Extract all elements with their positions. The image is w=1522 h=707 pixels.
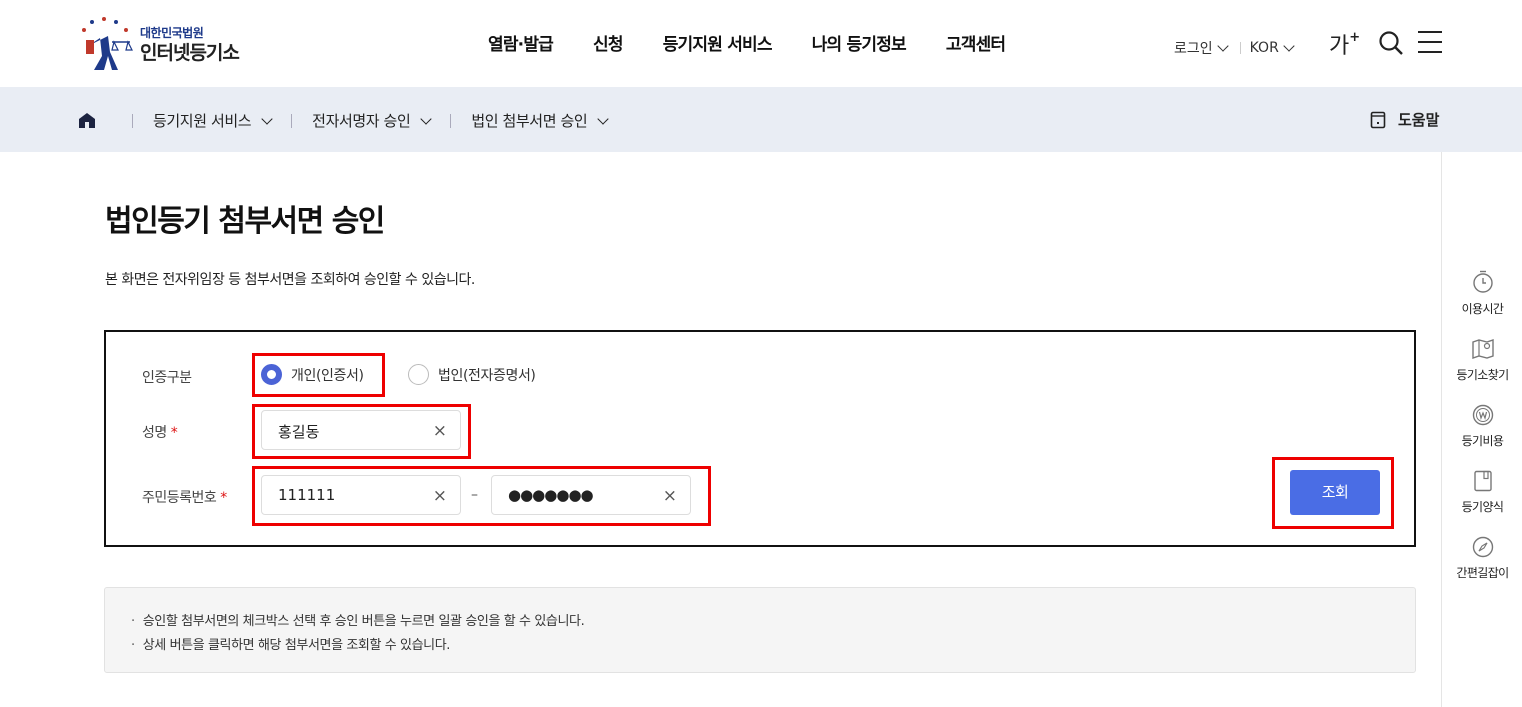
site-logo[interactable]: 대한민국법원 인터넷등기소: [78, 14, 268, 74]
map-icon: [1471, 339, 1494, 359]
help-button[interactable]: 도움말: [1370, 109, 1439, 130]
search-icon[interactable]: [1378, 30, 1404, 56]
required-mark: *: [220, 490, 227, 506]
clear-icon[interactable]: ×: [433, 486, 447, 506]
search-button[interactable]: 조회: [1290, 470, 1380, 515]
chevron-down-icon[interactable]: [597, 112, 609, 125]
home-icon[interactable]: [78, 112, 96, 129]
font-size-button[interactable]: 가+: [1329, 28, 1360, 60]
quick-label: 간편길잡이: [1456, 566, 1509, 580]
nav-my-info[interactable]: 나의 등기정보: [812, 30, 907, 55]
name-input-value: 홍길동: [278, 423, 320, 441]
name-label-text: 성명: [142, 425, 167, 441]
breadcrumb-bar: 등기지원 서비스 전자서명자 승인 법인 첨부서면 승인 도움말: [0, 87, 1522, 152]
radio-unselected-icon[interactable]: [408, 364, 429, 385]
quick-item-guide[interactable]: 간편길잡이: [1442, 536, 1522, 581]
clear-icon[interactable]: ×: [663, 486, 677, 506]
page-title: 법인등기 첨부서면 승인: [105, 204, 385, 239]
hamburger-menu-icon[interactable]: [1418, 31, 1442, 53]
help-icon: [1370, 111, 1386, 128]
radio-selected-icon[interactable]: [261, 364, 282, 385]
breadcrumb-item-signer-approval[interactable]: 전자서명자 승인: [312, 110, 411, 131]
search-form: 인증구분 개인(인증서) 법인(전자증명서) 성명 * 홍길동 × 주민등록번호 *…: [104, 330, 1416, 547]
divider: [132, 113, 133, 128]
resident-front-value: 111111: [278, 486, 336, 504]
radio-corporate-cert[interactable]: 법인(전자증명서): [408, 364, 536, 385]
nav-apply[interactable]: 신청: [593, 30, 623, 55]
divider: [291, 113, 293, 128]
notice-item: 상세 버튼을 클릭하면 해당 첨부서면을 조회할 수 있습니다.: [131, 634, 451, 653]
logo-title: 인터넷등기소: [140, 42, 240, 64]
radio-personal-cert[interactable]: 개인(인증서): [261, 364, 364, 385]
court-emblem-icon: [82, 17, 133, 70]
help-label: 도움말: [1398, 111, 1440, 129]
notice-box: 승인할 첨부서면의 체크박스 선택 후 승인 버튼을 누르면 일괄 승인을 할 …: [104, 587, 1416, 673]
page-description: 본 화면은 전자위임장 등 첨부서면을 조회하여 승인할 수 있습니다.: [105, 272, 475, 288]
radio-label: 법인(전자증명서): [438, 367, 536, 384]
quick-item-find-office[interactable]: 등기소찾기: [1442, 338, 1522, 383]
login-link[interactable]: 로그인: [1174, 38, 1213, 58]
radio-label: 개인(인증서): [291, 367, 364, 384]
resident-number-label-text: 주민등록번호: [142, 490, 217, 506]
nav-customer-center[interactable]: 고객센터: [946, 30, 1006, 55]
won-coin-icon: [1472, 404, 1493, 426]
site-header: 대한민국법원 인터넷등기소 열람·발급 신청 등기지원 서비스 나의 등기정보 …: [0, 0, 1522, 87]
resident-back-value: ●●●●●●●: [508, 486, 594, 504]
required-mark: *: [170, 425, 178, 441]
dash-separator: –: [471, 487, 478, 503]
quick-label: 등기소찾기: [1456, 368, 1509, 382]
resident-number-front-input[interactable]: 111111 ×: [261, 475, 461, 515]
quick-label: 등기비용: [1461, 434, 1504, 448]
quick-menu: 이용시간 등기소찾기 등기비용 등기양식 간편길잡이: [1441, 152, 1522, 707]
nav-support-service[interactable]: 등기지원 서비스: [663, 30, 773, 55]
quick-item-forms[interactable]: 등기양식: [1442, 470, 1522, 515]
resident-number-back-input[interactable]: ●●●●●●● ×: [491, 475, 691, 515]
chevron-down-icon: [1216, 40, 1229, 52]
document-icon: [1473, 470, 1492, 492]
quick-item-hours[interactable]: 이용시간: [1442, 270, 1522, 317]
quick-label: 이용시간: [1461, 302, 1504, 316]
chevron-down-icon[interactable]: [261, 112, 273, 125]
chevron-down-icon: [1283, 40, 1295, 52]
breadcrumb-item-support[interactable]: 등기지원 서비스: [153, 110, 252, 131]
auth-type-label: 인증구분: [142, 370, 192, 386]
divider: [450, 113, 452, 128]
language-select[interactable]: KOR: [1250, 40, 1279, 56]
quick-item-fees[interactable]: 등기비용: [1442, 404, 1522, 449]
font-size-label: 가: [1329, 34, 1350, 59]
font-plus-label: +: [1349, 29, 1361, 45]
divider: [1239, 42, 1241, 54]
utility-menu: 로그인 KOR: [1174, 38, 1297, 58]
breadcrumb: 등기지원 서비스 전자서명자 승인 법인 첨부서면 승인: [112, 110, 609, 131]
clock-icon: [1472, 270, 1493, 293]
notice-item: 승인할 첨부서면의 체크박스 선택 후 승인 버튼을 누르면 일괄 승인을 할 …: [131, 610, 585, 629]
quick-label: 등기양식: [1461, 500, 1504, 514]
resident-number-label: 주민등록번호 *: [142, 487, 227, 507]
main-nav: 열람·발급 신청 등기지원 서비스 나의 등기정보 고객센터: [488, 30, 1006, 55]
name-input[interactable]: 홍길동 ×: [261, 410, 461, 450]
chevron-down-icon[interactable]: [420, 112, 433, 125]
clear-icon[interactable]: ×: [433, 421, 447, 441]
name-label: 성명 *: [142, 422, 178, 442]
nav-view-issue[interactable]: 열람·발급: [488, 30, 554, 55]
breadcrumb-item-corp-attachment[interactable]: 법인 첨부서면 승인: [471, 110, 587, 131]
compass-icon: [1472, 536, 1493, 558]
